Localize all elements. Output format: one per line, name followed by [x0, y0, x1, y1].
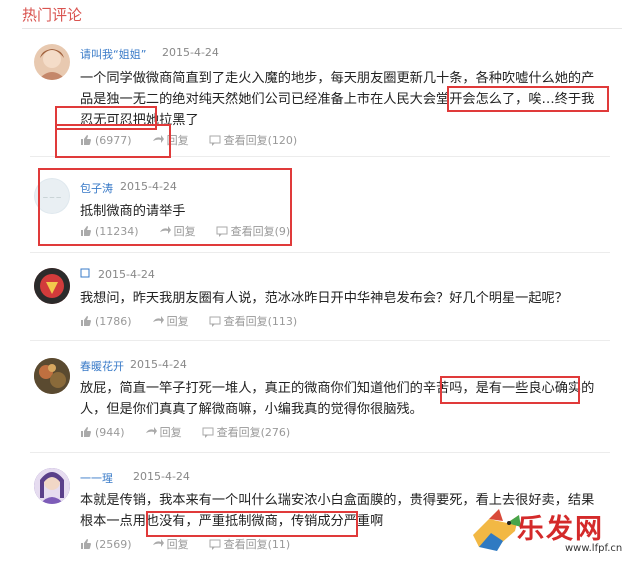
title-divider — [22, 28, 622, 29]
view-replies-button[interactable]: 查看回复(276) — [202, 424, 291, 440]
goat-logo-icon — [473, 509, 521, 551]
comment-date: 2015-4-24 — [133, 470, 190, 483]
view-replies-label: 查看回复(11) — [223, 538, 291, 551]
highlight-box — [146, 511, 358, 537]
avatar[interactable] — [34, 268, 70, 304]
like-button[interactable]: (2569) — [80, 538, 132, 551]
avatar[interactable] — [34, 468, 70, 504]
comment-divider — [30, 252, 610, 253]
comment-divider — [30, 452, 610, 453]
comment-actions: (1786) 回复 查看回复(113) — [80, 313, 313, 329]
comment-date: 2015-4-24 — [162, 46, 219, 59]
user-tag-icon — [80, 268, 90, 278]
comment-date: 2015-4-24 — [130, 358, 187, 371]
view-replies-button[interactable]: 查看回复(11) — [209, 536, 291, 552]
watermark-logo-text: 乐发网 — [517, 514, 604, 545]
user-name-icon[interactable] — [80, 268, 90, 281]
view-replies-button[interactable]: 查看回复(113) — [209, 313, 298, 329]
comment-text: 我想问，昨天我朋友圈有人说，范冰冰昨日开中华神皂发布会？好几个明星一起呢？ — [80, 291, 568, 306]
comment-bubble-icon — [209, 539, 221, 550]
reply-arrow-icon — [145, 427, 157, 435]
like-count: (2569) — [95, 537, 132, 551]
highlight-box — [55, 124, 171, 158]
like-count: (1786) — [95, 314, 132, 328]
thumbs-up-icon — [81, 427, 91, 437]
reply-arrow-icon — [152, 316, 164, 324]
reply-button[interactable]: 回复 — [145, 424, 182, 440]
comment-divider — [30, 340, 610, 341]
like-button[interactable]: (944) — [80, 426, 125, 439]
user-name[interactable]: 一一瑆 — [80, 470, 113, 486]
comment-date: 2015-4-24 — [98, 268, 155, 281]
comment-actions: (2569) 回复 查看回复(11) — [80, 536, 306, 552]
watermark-url: www.lfpf.cn — [565, 543, 623, 554]
avatar[interactable] — [34, 358, 70, 394]
comment-actions: (944) 回复 查看回复(276) — [80, 424, 306, 440]
view-replies-label: 查看回复(276) — [216, 426, 291, 439]
reply-button[interactable]: 回复 — [152, 313, 189, 329]
view-replies-button[interactable]: 查看回复(120) — [209, 132, 298, 148]
thumbs-up-icon — [81, 316, 91, 326]
section-title: 热门评论 — [22, 6, 83, 24]
reply-button[interactable]: 回复 — [152, 536, 189, 552]
highlight-box — [440, 376, 580, 404]
reply-label: 回复 — [159, 426, 182, 439]
comment-bubble-icon — [209, 316, 221, 327]
user-name[interactable]: 春暖花开 — [80, 358, 124, 374]
view-replies-label: 查看回复(120) — [223, 134, 298, 147]
reply-label: 回复 — [166, 538, 189, 551]
view-replies-label: 查看回复(113) — [223, 315, 298, 328]
like-count: (944) — [95, 425, 125, 439]
user-name[interactable]: 请叫我“姐姐” — [80, 46, 146, 62]
comment-bubble-icon — [202, 427, 214, 438]
reply-label: 回复 — [166, 315, 189, 328]
highlight-box — [38, 168, 292, 246]
comment-bubble-icon — [209, 135, 221, 146]
watermark-logo: 乐发网 www.lfpf.cn — [469, 505, 634, 555]
thumbs-up-icon — [81, 539, 91, 549]
highlight-box — [447, 86, 609, 112]
reply-arrow-icon — [152, 539, 164, 547]
avatar[interactable] — [34, 44, 70, 80]
like-button[interactable]: (1786) — [80, 315, 132, 328]
